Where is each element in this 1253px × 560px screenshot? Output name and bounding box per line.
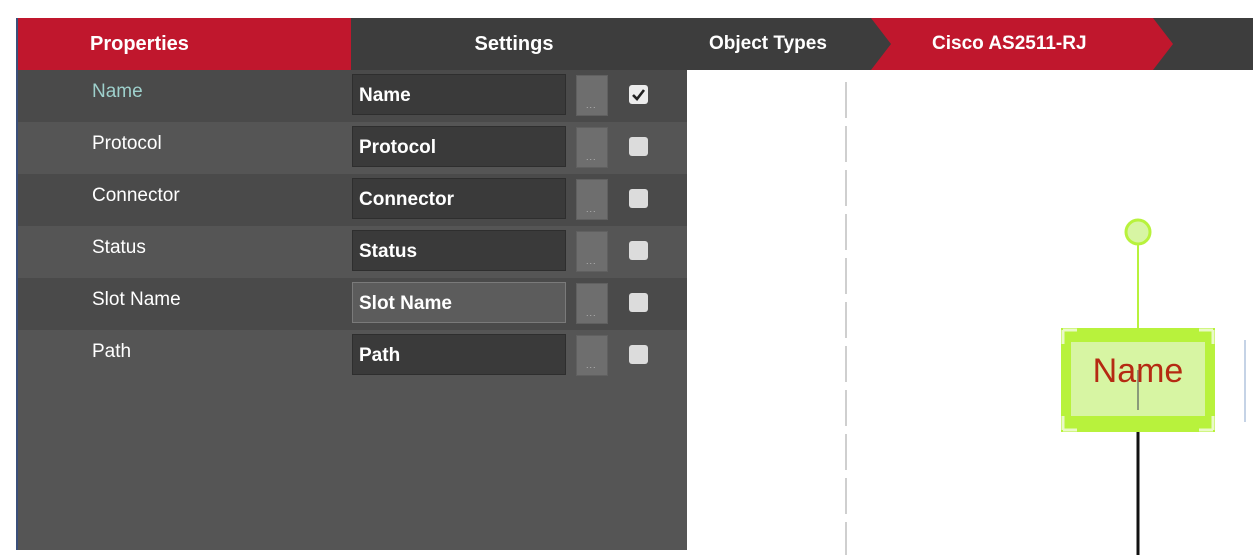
browse-button[interactable]: ...	[576, 335, 608, 376]
visible-checkbox[interactable]	[629, 137, 648, 156]
browse-button[interactable]: ...	[576, 127, 608, 168]
property-row-slot-name: Slot Name Slot Name ...	[18, 278, 687, 330]
property-row-name: Name Name ...	[18, 70, 687, 122]
rotation-handle[interactable]	[1124, 218, 1152, 246]
visible-checkbox[interactable]	[629, 293, 648, 312]
tab-settings[interactable]: Settings	[351, 18, 687, 70]
ellipsis-icon: ...	[586, 308, 597, 318]
ellipsis-icon: ...	[586, 100, 597, 110]
visible-checkbox[interactable]	[629, 345, 648, 364]
property-label: Status	[92, 237, 146, 258]
property-value-input[interactable]: Protocol	[352, 126, 566, 167]
property-row-connector: Connector Connector ...	[18, 174, 687, 226]
canvas-drawing: Name	[845, 82, 1246, 555]
breadcrumb: Object Types Cisco AS2511-RJ	[687, 18, 1253, 70]
browse-button[interactable]: ...	[576, 231, 608, 272]
ellipsis-icon: ...	[586, 152, 597, 162]
property-value-input[interactable]: Connector	[352, 178, 566, 219]
browse-button[interactable]: ...	[576, 75, 608, 116]
property-label: Path	[92, 341, 132, 362]
property-value-input[interactable]: Slot Name	[352, 282, 566, 323]
ellipsis-icon: ...	[586, 360, 597, 370]
browse-button[interactable]: ...	[576, 179, 608, 220]
property-value-input[interactable]: Name	[352, 74, 566, 115]
visible-checkbox[interactable]	[629, 189, 648, 208]
check-icon	[632, 89, 646, 101]
ellipsis-icon: ...	[586, 256, 597, 266]
visible-checkbox[interactable]	[629, 241, 648, 260]
property-label: Connector	[92, 185, 180, 206]
property-row-path: Path Path ...	[18, 330, 687, 382]
breadcrumb-object-types[interactable]: Object Types	[709, 18, 827, 70]
property-label: Slot Name	[92, 289, 181, 310]
object-type-editor: Properties Settings Name Name ... Protoc…	[0, 0, 1253, 555]
ellipsis-icon: ...	[586, 204, 597, 214]
top-margin	[687, 0, 1253, 8]
name-label-text: Name	[1093, 352, 1184, 390]
design-canvas[interactable]: Name	[687, 70, 1253, 555]
property-value-input[interactable]: Status	[352, 230, 566, 271]
property-label: Name	[92, 81, 143, 102]
tab-properties[interactable]: Properties	[18, 18, 351, 70]
breadcrumb-current[interactable]: Cisco AS2511-RJ	[932, 18, 1087, 70]
visible-checkbox[interactable]	[629, 85, 648, 104]
property-label: Protocol	[92, 133, 162, 154]
browse-button[interactable]: ...	[576, 283, 608, 324]
property-row-status: Status Status ...	[18, 226, 687, 278]
property-value-input[interactable]: Path	[352, 334, 566, 375]
properties-panel: Properties Settings Name Name ... Protoc…	[18, 18, 687, 550]
property-row-protocol: Protocol Protocol ...	[18, 122, 687, 174]
